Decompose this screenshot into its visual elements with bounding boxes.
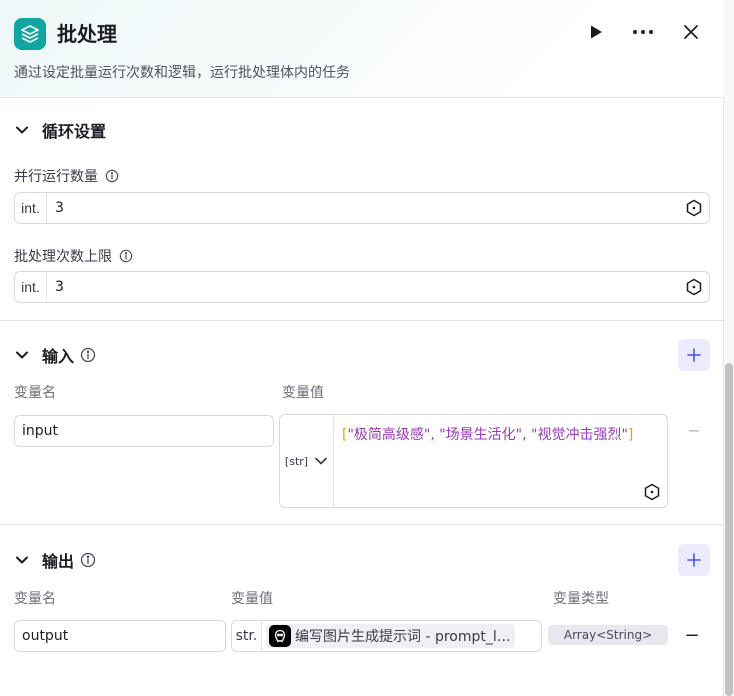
add-input-button[interactable]	[678, 339, 710, 371]
output-value-column-label: 变量值	[231, 591, 273, 607]
remove-input-button[interactable]: −	[686, 421, 702, 440]
run-button[interactable]	[582, 18, 610, 46]
batch-limit-input[interactable]: int. 3	[14, 271, 710, 303]
output-reference-label: 编写图片生成提示词 - prompt_l…	[295, 629, 511, 645]
loop-settings-title: 循环设置	[42, 122, 107, 141]
loop-settings-header[interactable]: 循环设置	[14, 118, 106, 142]
concurrency-value[interactable]: 3	[55, 200, 685, 216]
plus-icon	[687, 553, 701, 567]
llm-node-icon	[269, 625, 291, 647]
output-value-field[interactable]: str. 编写图片生成提示词 - prompt_l…	[231, 620, 542, 652]
chevron-down-icon	[315, 457, 327, 465]
input-value-content: "极简高级感", "场景生活化", "视觉冲击强烈"	[347, 427, 628, 443]
input-value-text[interactable]: ["极简高级感", "场景生活化", "视觉冲击强烈"]	[342, 424, 664, 446]
int-type-tag: int.	[15, 193, 47, 223]
info-icon[interactable]	[80, 347, 96, 363]
output-type-column-label: 变量类型	[553, 591, 609, 607]
output-type-badge: Array<String>	[548, 625, 668, 645]
string-type-tag: str.	[232, 621, 262, 651]
close-bracket: ]	[627, 427, 634, 443]
info-icon[interactable]	[80, 552, 96, 568]
panel-header: 批处理 通过设定批量运行次数和逻辑，运行批处理体内的任务	[0, 0, 724, 98]
output-section-header[interactable]: 输出	[14, 548, 96, 572]
close-icon	[684, 25, 698, 39]
output-name-field[interactable]: output	[14, 620, 226, 652]
scrollbar-thumb[interactable]	[725, 363, 733, 696]
section-divider	[0, 524, 724, 525]
batch-limit-label-text: 批处理次数上限	[14, 249, 112, 265]
chevron-down-icon	[16, 556, 28, 564]
array-string-type-tag: [str]	[284, 454, 309, 468]
value-type-select[interactable]: [str]	[280, 415, 334, 507]
chevron-down-icon	[16, 351, 28, 359]
output-name-column-label: 变量名	[14, 591, 56, 607]
variable-reference-icon[interactable]	[685, 199, 703, 217]
output-reference-chip[interactable]: 编写图片生成提示词 - prompt_l…	[266, 624, 515, 648]
more-icon	[633, 30, 653, 34]
batch-limit-label: 批处理次数上限	[14, 246, 133, 266]
input-name-field[interactable]: input	[14, 415, 274, 447]
play-icon	[591, 25, 602, 39]
concurrency-label: 并行运行数量	[14, 166, 119, 186]
remove-output-button[interactable]: −	[684, 625, 700, 646]
batch-panel: 批处理 通过设定批量运行次数和逻辑，运行批处理体内的任务 循环设置 并行运行数量…	[0, 0, 724, 696]
input-name-column-label: 变量名	[14, 385, 56, 401]
concurrency-label-text: 并行运行数量	[14, 169, 98, 185]
info-icon[interactable]	[119, 249, 133, 263]
input-section-title: 输入	[42, 347, 75, 366]
variable-reference-icon[interactable]	[685, 278, 703, 296]
concurrency-input[interactable]: int. 3	[14, 192, 710, 224]
plus-icon	[687, 348, 701, 362]
panel-description: 通过设定批量运行次数和逻辑，运行批处理体内的任务	[14, 65, 350, 81]
close-button[interactable]	[677, 18, 705, 46]
batch-limit-value[interactable]: 3	[55, 279, 685, 295]
input-value-field[interactable]: [str] ["极简高级感", "场景生活化", "视觉冲击强烈"]	[279, 414, 668, 508]
int-type-tag: int.	[15, 272, 47, 302]
section-divider	[0, 320, 724, 321]
batch-node-icon	[14, 18, 46, 50]
add-output-button[interactable]	[678, 544, 710, 576]
chevron-down-icon	[16, 126, 28, 134]
more-options-button[interactable]	[629, 18, 657, 46]
panel-title: 批处理	[57, 22, 117, 46]
output-section-title: 输出	[42, 552, 75, 571]
variable-reference-icon[interactable]	[643, 483, 661, 501]
input-section-header[interactable]: 输入	[14, 343, 96, 367]
info-icon[interactable]	[105, 169, 119, 183]
input-value-column-label: 变量值	[282, 385, 324, 401]
